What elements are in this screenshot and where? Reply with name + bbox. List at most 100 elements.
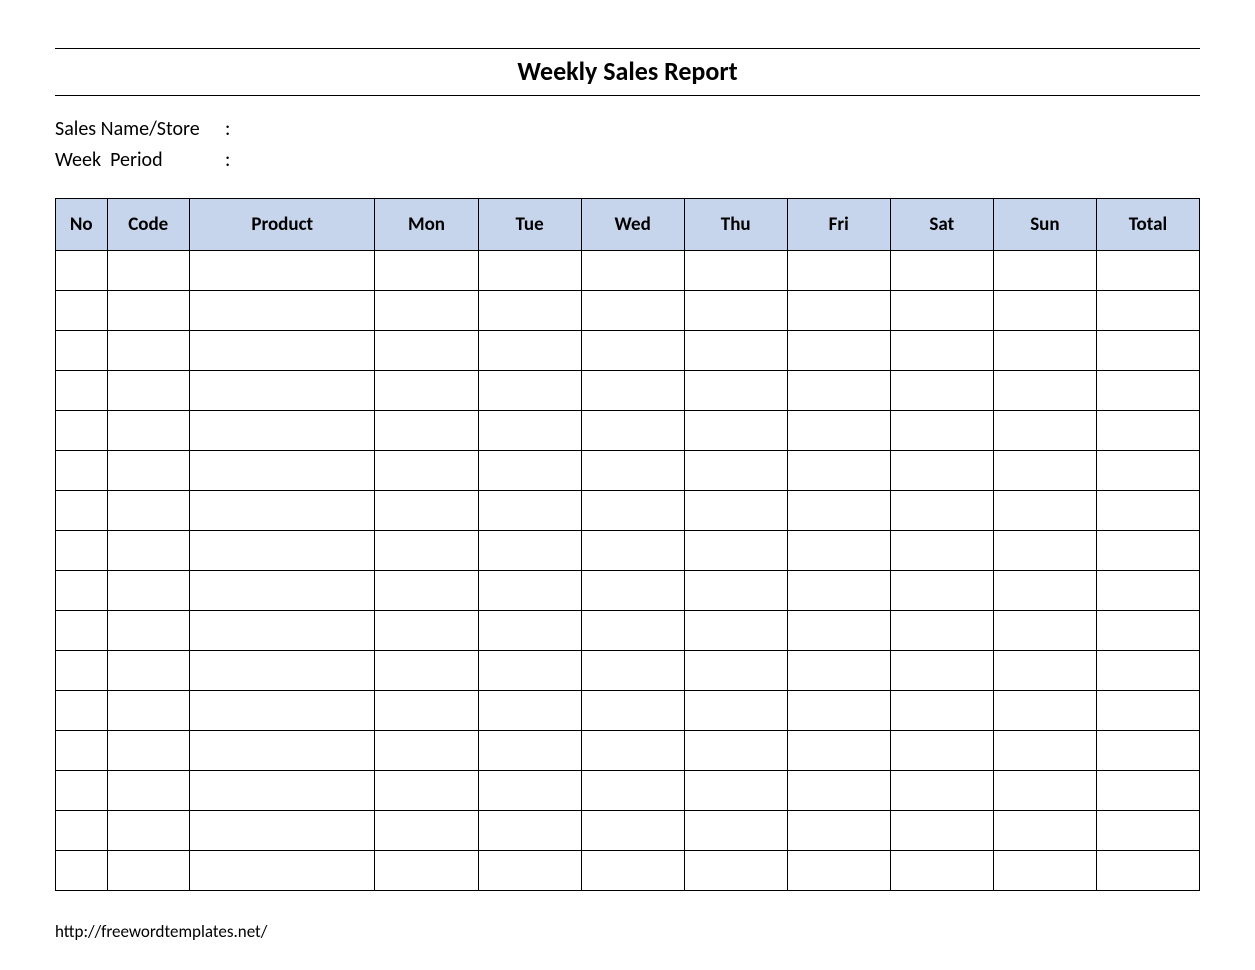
cell-thu [684, 531, 787, 571]
cell-code [107, 371, 189, 411]
cell-sun [993, 331, 1096, 371]
cell-wed [581, 651, 684, 691]
cell-wed [581, 291, 684, 331]
cell-sat [890, 411, 993, 451]
cell-sat [890, 731, 993, 771]
cell-product [189, 491, 375, 531]
cell-sun [993, 611, 1096, 651]
table-row [56, 811, 1200, 851]
col-header-no: No [56, 199, 108, 251]
sales-name-label: Sales Name/Store [55, 114, 225, 145]
cell-code [107, 491, 189, 531]
colon: : [225, 114, 237, 145]
colon: : [225, 145, 237, 176]
cell-mon [375, 771, 478, 811]
cell-fri [787, 491, 890, 531]
col-header-sun: Sun [993, 199, 1096, 251]
cell-mon [375, 611, 478, 651]
cell-mon [375, 251, 478, 291]
cell-total [1096, 651, 1199, 691]
cell-sat [890, 611, 993, 651]
cell-tue [478, 851, 581, 891]
table-row [56, 651, 1200, 691]
cell-thu [684, 451, 787, 491]
cell-tue [478, 291, 581, 331]
meta-sales-name: Sales Name/Store : [55, 114, 1200, 145]
cell-fri [787, 531, 890, 571]
meta-block: Sales Name/Store : Week Period : [55, 114, 1200, 176]
cell-mon [375, 571, 478, 611]
cell-sun [993, 571, 1096, 611]
cell-mon [375, 851, 478, 891]
cell-tue [478, 451, 581, 491]
cell-thu [684, 731, 787, 771]
cell-total [1096, 411, 1199, 451]
cell-fri [787, 571, 890, 611]
table-row [56, 851, 1200, 891]
table-row [56, 691, 1200, 731]
cell-no [56, 371, 108, 411]
cell-total [1096, 691, 1199, 731]
cell-mon [375, 411, 478, 451]
cell-no [56, 691, 108, 731]
cell-wed [581, 771, 684, 811]
cell-wed [581, 571, 684, 611]
cell-fri [787, 811, 890, 851]
cell-product [189, 691, 375, 731]
cell-product [189, 811, 375, 851]
cell-thu [684, 331, 787, 371]
table-row [56, 531, 1200, 571]
meta-week-period: Week Period : [55, 145, 1200, 176]
table-row [56, 411, 1200, 451]
cell-product [189, 411, 375, 451]
cell-mon [375, 291, 478, 331]
cell-sat [890, 491, 993, 531]
cell-product [189, 851, 375, 891]
cell-code [107, 291, 189, 331]
cell-sun [993, 651, 1096, 691]
col-header-product: Product [189, 199, 375, 251]
cell-sat [890, 811, 993, 851]
cell-product [189, 251, 375, 291]
cell-no [56, 851, 108, 891]
cell-fri [787, 411, 890, 451]
cell-tue [478, 531, 581, 571]
cell-wed [581, 611, 684, 651]
cell-wed [581, 811, 684, 851]
cell-fri [787, 691, 890, 731]
cell-product [189, 651, 375, 691]
cell-wed [581, 251, 684, 291]
cell-product [189, 731, 375, 771]
cell-sun [993, 451, 1096, 491]
cell-no [56, 331, 108, 371]
table-row [56, 731, 1200, 771]
cell-total [1096, 571, 1199, 611]
cell-sun [993, 691, 1096, 731]
cell-fri [787, 771, 890, 811]
cell-sat [890, 651, 993, 691]
footer-url: http://freewordtemplates.net/ [55, 921, 267, 942]
cell-wed [581, 371, 684, 411]
cell-code [107, 851, 189, 891]
cell-thu [684, 571, 787, 611]
cell-total [1096, 531, 1199, 571]
cell-wed [581, 411, 684, 451]
cell-sun [993, 731, 1096, 771]
cell-product [189, 291, 375, 331]
cell-total [1096, 331, 1199, 371]
cell-total [1096, 731, 1199, 771]
cell-fri [787, 651, 890, 691]
cell-tue [478, 371, 581, 411]
cell-sun [993, 811, 1096, 851]
cell-tue [478, 651, 581, 691]
cell-code [107, 731, 189, 771]
cell-no [56, 571, 108, 611]
cell-no [56, 811, 108, 851]
col-header-code: Code [107, 199, 189, 251]
cell-code [107, 331, 189, 371]
cell-tue [478, 771, 581, 811]
cell-wed [581, 331, 684, 371]
cell-code [107, 651, 189, 691]
cell-wed [581, 451, 684, 491]
cell-sat [890, 251, 993, 291]
